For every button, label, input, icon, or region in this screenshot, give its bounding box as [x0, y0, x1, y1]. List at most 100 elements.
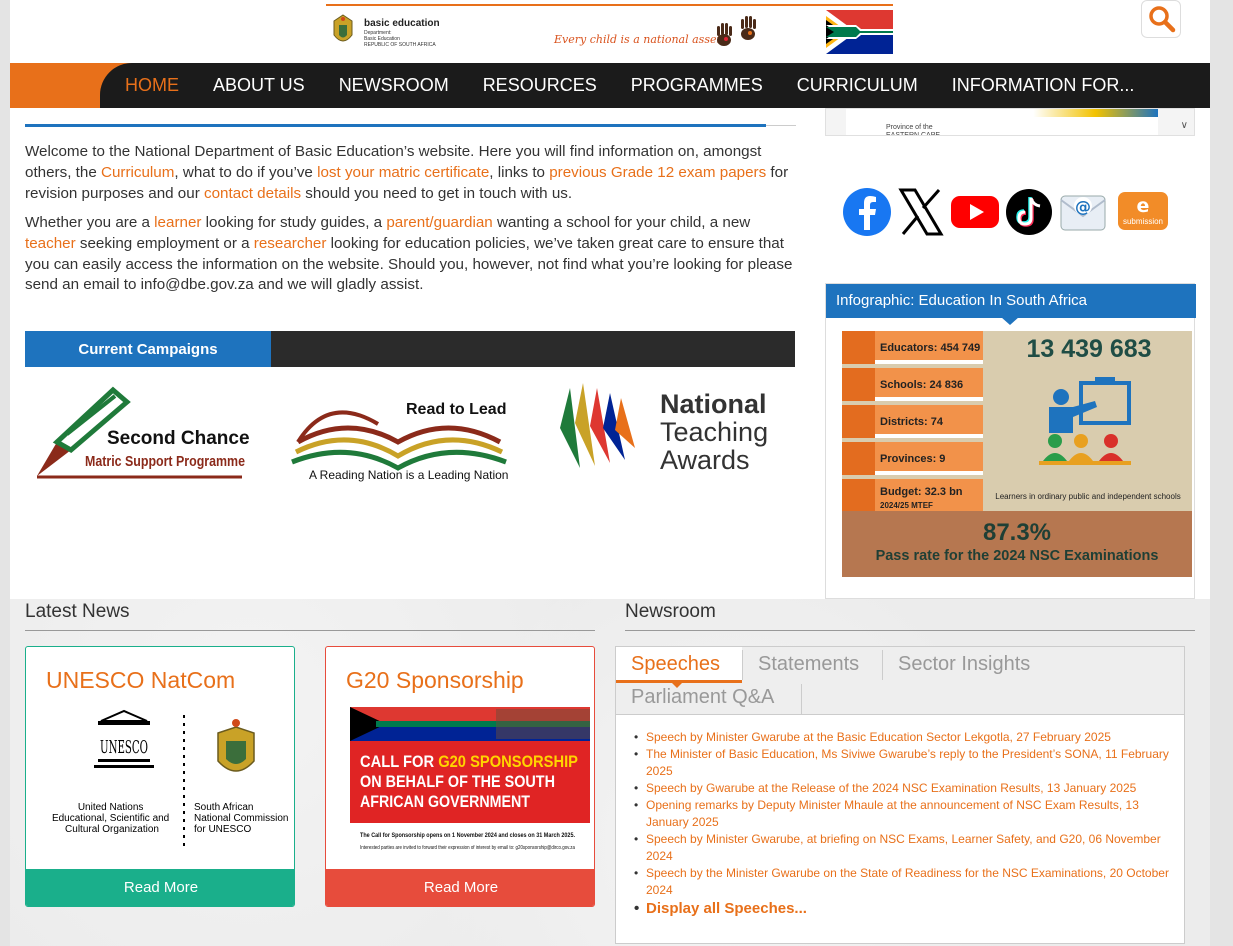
list-item[interactable]: Speech by Minister Gwarube, at briefing … [634, 831, 1176, 865]
read-more-button[interactable]: Read More [326, 869, 594, 906]
stat-label: Districts: 74 [880, 416, 943, 428]
g20-dates: The Call for Sponsorship opens on 1 Nove… [360, 833, 575, 839]
facebook-icon[interactable] [841, 186, 893, 238]
stat-educators: Educators: 454 749 [842, 331, 983, 364]
intro-divider-accent [25, 124, 766, 127]
search-icon [1149, 6, 1176, 33]
teacher-link[interactable]: teacher [25, 235, 76, 252]
g20-call-for: CALL FOR [360, 752, 438, 771]
lost-matric-certificate-link[interactable]: lost your matric certificate [317, 164, 489, 181]
intro-text: wanting a school for your child, a new [492, 214, 751, 231]
infographic-image[interactable]: Educators: 454 749 Schools: 24 836 Distr… [842, 331, 1192, 577]
svg-text:CALL FOR G20 SPONSORSHIP: CALL FOR G20 SPONSORSHIP [360, 752, 578, 771]
second-chance-title: Second Chance [107, 428, 249, 449]
tab-divider [882, 650, 883, 680]
intro-paragraph-2: Whether you are a learner looking for st… [25, 213, 800, 296]
intro-text: , links to [489, 163, 550, 181]
email-icon[interactable]: @ [1057, 186, 1109, 238]
unesco-left-1: United Nations [78, 802, 144, 813]
intro-text: Whether you are a [25, 214, 155, 231]
province-banner: Province of the EASTERN CAPE [846, 109, 1158, 136]
x-icon[interactable] [895, 186, 947, 238]
nta-line3: Awards [660, 445, 750, 475]
infographic-notch [1001, 317, 1019, 325]
nav-resources[interactable]: RESOURCES [483, 75, 597, 96]
search-button[interactable] [1141, 0, 1181, 38]
unesco-logo: UNESCO United Nations Educational, Scien… [46, 703, 294, 857]
national-teaching-awards-logo[interactable]: National Teaching Awards [555, 378, 790, 478]
list-item[interactable]: Speech by Minister Gwarube at the Basic … [634, 729, 1176, 746]
esub-label: submission [1123, 217, 1163, 226]
nta-line1: National [660, 389, 767, 419]
news-card-title[interactable]: G20 Sponsorship [346, 667, 524, 694]
stat-budget: Budget: 32.3 bn 2024/25 MTEF [842, 479, 983, 511]
intro-text: looking for study guides, a [201, 214, 387, 231]
campaigns-title: Current Campaigns [25, 331, 271, 367]
stat-schools: Schools: 24 836 [842, 368, 983, 401]
unesco-right-2: National Commission [194, 813, 288, 824]
nav-curriculum[interactable]: CURRICULUM [797, 75, 918, 96]
nav-home[interactable]: HOME [125, 75, 179, 96]
news-card-g20[interactable]: G20 Sponsorship CALL FOR G20 SPONSORSHIP… [325, 646, 595, 907]
province-label: Province of the EASTERN CAPE [886, 124, 941, 136]
tab-speeches[interactable]: Speeches [631, 653, 720, 676]
list-item[interactable]: Speech by the Minister Gwarube on the St… [634, 865, 1176, 899]
stat-provinces: Provinces: 9 [842, 442, 983, 475]
coat-of-arms-icon [333, 14, 353, 42]
province-banner-stripe [846, 109, 1158, 117]
campaigns-bar: Current Campaigns [25, 331, 795, 367]
g20-sponsorship-poster: CALL FOR G20 SPONSORSHIP ON BEHALF OF TH… [346, 703, 594, 857]
e-submission-icon[interactable]: e submission [1117, 186, 1169, 238]
intro-text: should you need to get in touch with us. [301, 184, 573, 202]
youtube-icon[interactable] [949, 186, 1001, 238]
stat-districts: Districts: 74 [842, 405, 983, 438]
news-card-unesco[interactable]: UNESCO NatCom UNESCO United Nations Educ… [25, 646, 295, 907]
second-chance-logo[interactable]: Second Chance Matric Support Programme [27, 384, 249, 484]
list-item[interactable]: Speech by Gwarube at the Release of the … [634, 780, 1176, 797]
contact-details-link[interactable]: contact details [204, 185, 301, 202]
unesco-right-1: South African [194, 802, 253, 813]
learners-caption: Learners in ordinary public and independ… [995, 492, 1181, 501]
header-banner[interactable]: basic education Department: Basic Educat… [326, 4, 893, 56]
read-to-lead-logo[interactable]: Read to Lead A Reading Nation is a Leadi… [288, 384, 510, 484]
g20-line2: ON BEHALF OF THE SOUTH [360, 772, 555, 791]
nta-line2: Teaching [660, 417, 768, 447]
read-more-button[interactable]: Read More [26, 869, 294, 906]
stat-label: Educators: 454 749 [880, 342, 981, 354]
g20-line3: AFRICAN GOVERNMENT [360, 792, 531, 811]
unesco-right-3: for UNESCO [194, 824, 251, 835]
news-card-title[interactable]: UNESCO NatCom [46, 667, 235, 694]
stat-label: Budget: 32.3 bn [880, 486, 963, 498]
curriculum-link[interactable]: Curriculum [101, 164, 174, 181]
newsroom-title: Newsroom [625, 601, 716, 622]
list-item[interactable]: Opening remarks by Deputy Minister Mhaul… [634, 797, 1176, 831]
infographic-title: Infographic: Education In South Africa [826, 284, 1196, 318]
newsroom-panel: Speeches Statements Sector Insights Parl… [615, 646, 1185, 944]
read-to-lead-title: Read to Lead [406, 401, 506, 418]
dbe-subtitle: Department: Basic Education REPUBLIC OF … [364, 30, 436, 48]
researcher-link[interactable]: researcher [254, 235, 327, 252]
nav-programmes[interactable]: PROGRAMMES [631, 75, 763, 96]
nav-about-us[interactable]: ABOUT US [213, 75, 305, 96]
parent-guardian-link[interactable]: parent/guardian [386, 214, 492, 231]
tab-statements[interactable]: Statements [758, 653, 859, 676]
nav-newsroom[interactable]: NEWSROOM [339, 75, 449, 96]
tab-parliament-qa[interactable]: Parliament Q&A [631, 686, 774, 709]
classroom-icon [1039, 377, 1131, 465]
province-selector[interactable]: Province of the EASTERN CAPE ∨ [825, 108, 1195, 136]
intro-text: , what to do if you’ve [174, 163, 318, 181]
south-africa-flag-icon [826, 10, 893, 54]
nav-information-for[interactable]: INFORMATION FOR... [952, 75, 1135, 96]
exam-papers-link[interactable]: previous Grade 12 exam papers [549, 164, 766, 181]
tiktok-icon[interactable] [1003, 186, 1055, 238]
tab-sector-insights[interactable]: Sector Insights [898, 653, 1030, 676]
chevron-down-icon[interactable]: ∨ [1181, 120, 1188, 131]
learner-link[interactable]: learner [154, 214, 201, 231]
pass-rate: 87.3% [982, 519, 1052, 546]
svg-text:@: @ [1075, 197, 1091, 216]
second-chance-subtitle: Matric Support Programme [85, 453, 245, 470]
budget-period: 2024/25 MTEF [880, 501, 933, 510]
display-all-speeches-link[interactable]: Display all Speeches... [634, 900, 807, 917]
list-item[interactable]: The Minister of Basic Education, Ms Sivi… [634, 746, 1176, 780]
read-to-lead-tagline: A Reading Nation is a Leading Nation [309, 468, 508, 482]
